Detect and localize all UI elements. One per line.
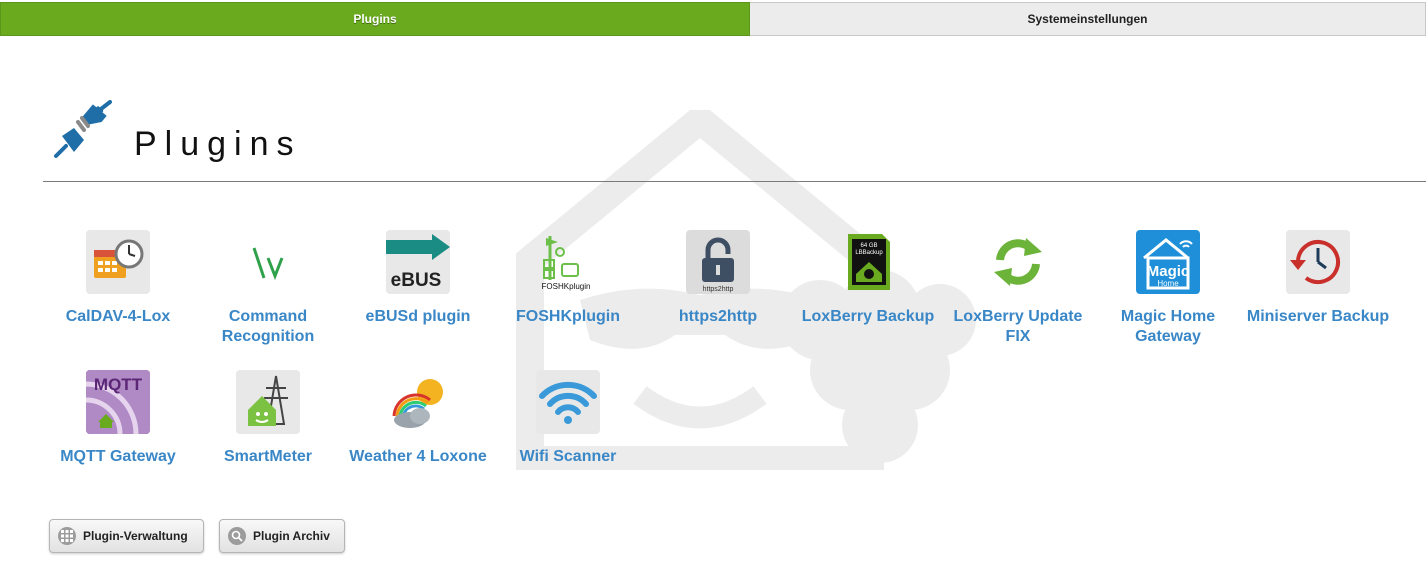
plugin-loxberry-backup[interactable]: 64 GB LBBackup LoxBerry Backup — [793, 230, 943, 327]
plugin-label: MQTT Gateway — [60, 448, 176, 465]
magic-home-icon: Magic Home — [1136, 230, 1200, 294]
weather-station-icon: FOSHKplugin — [536, 230, 600, 294]
plugin-miniserver-backup[interactable]: Miniserver Backup — [1243, 230, 1393, 327]
backup-clock-icon — [1286, 230, 1350, 294]
weather-icon — [386, 370, 450, 434]
plugin-loxberry-update-fix[interactable]: LoxBerry Update FIX — [943, 230, 1093, 347]
plugin-foshkplugin[interactable]: FOSHKplugin FOSHKplugin — [493, 230, 643, 327]
plugin-https2http[interactable]: https2http https2http — [643, 230, 793, 327]
plugin-label: Wifi Scanner — [519, 448, 617, 465]
plug-icon — [54, 100, 112, 158]
svg-text:MQTT: MQTT — [94, 375, 143, 394]
grid-icon — [58, 527, 76, 545]
plugin-caldav-4-lox[interactable]: CalDAV-4-Lox — [43, 230, 193, 327]
sd-card-icon: 64 GB LBBackup — [836, 230, 900, 294]
header-divider — [43, 181, 1426, 182]
plugin-label: eBUSd plugin — [365, 308, 471, 325]
svg-text:64 GB: 64 GB — [860, 243, 877, 249]
refresh-arrows-icon — [986, 230, 1050, 294]
mqtt-icon: MQTT — [86, 370, 150, 434]
plugin-archive-button[interactable]: Plugin Archiv — [219, 519, 345, 553]
plugin-label: Weather 4 Loxone — [349, 448, 487, 465]
plugin-label: Magic Home Gateway — [1120, 308, 1216, 345]
svg-text:Magic: Magic — [1147, 263, 1190, 280]
plugin-label: FOSHKplugin — [516, 308, 620, 325]
tab-systemeinstellungen[interactable]: Systemeinstellungen — [750, 2, 1426, 36]
search-icon — [228, 527, 246, 545]
plugin-command-recognition[interactable]: Command Recognition — [193, 230, 343, 347]
plugin-label: LoxBerry Update FIX — [953, 308, 1083, 345]
plugin-label: Miniserver Backup — [1246, 308, 1390, 325]
svg-text:FOSHKplugin: FOSHKplugin — [542, 282, 591, 291]
tab-plugins[interactable]: Plugins — [0, 2, 750, 36]
page-title: Plugins — [134, 125, 302, 163]
plugin-smartmeter[interactable]: SmartMeter — [193, 370, 343, 467]
plugin-label: CalDAV-4-Lox — [65, 308, 171, 325]
wifi-icon — [536, 370, 600, 434]
ebus-icon: eBUS — [386, 230, 450, 294]
plugin-ebusd[interactable]: eBUS eBUSd plugin — [343, 230, 493, 327]
plugin-magic-home-gateway[interactable]: Magic Home Magic Home Gateway — [1093, 230, 1243, 347]
page-header: Plugins — [52, 100, 302, 163]
plugin-label: LoxBerry Backup — [801, 308, 935, 325]
plugin-label: SmartMeter — [223, 448, 313, 465]
calendar-clock-icon — [86, 230, 150, 294]
plugin-mqtt-gateway[interactable]: MQTT MQTT Gateway — [43, 370, 193, 467]
svg-text:eBUS: eBUS — [391, 270, 442, 291]
plugin-wifi-scanner[interactable]: Wifi Scanner — [493, 370, 643, 467]
plugin-label: https2http — [678, 308, 758, 325]
plugin-management-label: Plugin-Verwaltung — [83, 529, 188, 543]
top-tab-bar: Plugins Systemeinstellungen — [0, 2, 1426, 38]
plugin-label: Command Recognition — [221, 308, 315, 345]
svg-text:Home: Home — [1157, 279, 1179, 288]
backslash-v-icon — [236, 230, 300, 294]
plugin-management-button[interactable]: Plugin-Verwaltung — [49, 519, 204, 553]
plugin-archive-label: Plugin Archiv — [253, 529, 330, 543]
svg-text:https2http: https2http — [703, 286, 734, 293]
smartmeter-icon — [236, 370, 300, 434]
svg-text:LBBackup: LBBackup — [855, 250, 883, 256]
padlock-icon: https2http — [686, 230, 750, 294]
plugin-weather-4-loxone[interactable]: Weather 4 Loxone — [343, 370, 493, 467]
